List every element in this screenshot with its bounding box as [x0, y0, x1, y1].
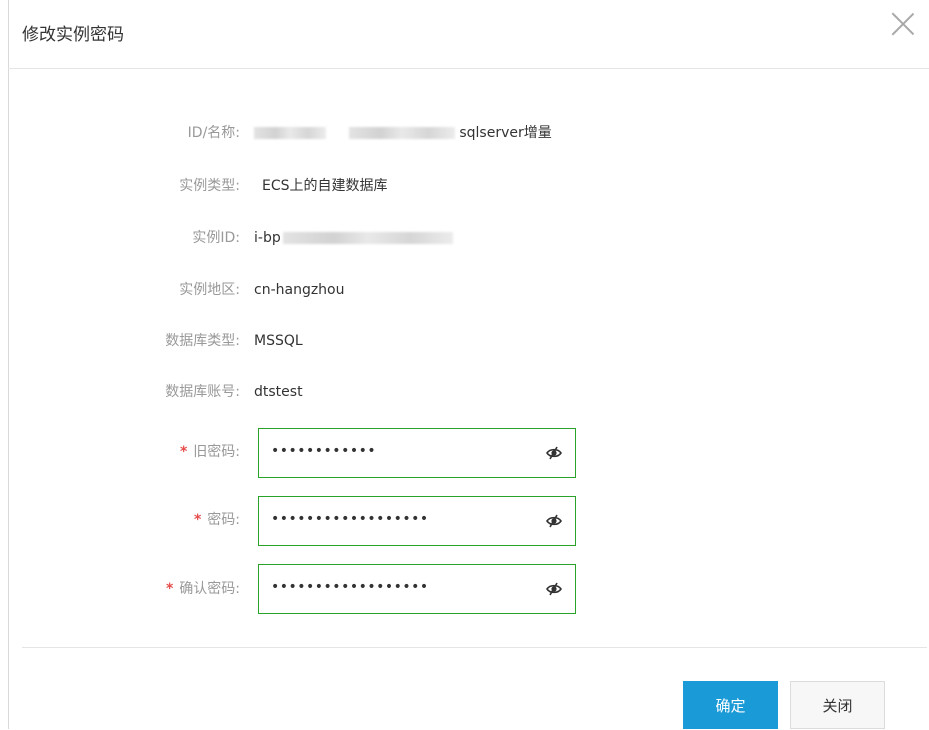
db-type-value: MSSQL	[254, 333, 303, 349]
old-password-label: * 旧密码:	[0, 441, 240, 463]
row-id-name: ID/名称:	[0, 122, 240, 144]
redacted-id	[254, 127, 326, 139]
dialog-left-border	[8, 0, 9, 729]
confirm-button[interactable]: 确定	[683, 681, 778, 729]
row-instance-id: 实例ID:	[0, 227, 240, 249]
row-instance-type: 实例类型:	[0, 175, 240, 197]
redacted-name	[348, 127, 455, 139]
dialog-title: 修改实例密码	[22, 25, 124, 45]
eye-hidden-icon[interactable]	[545, 444, 563, 462]
region-value: cn-hangzhou	[254, 282, 345, 298]
close-icon[interactable]	[891, 12, 915, 36]
footer-divider	[22, 647, 927, 648]
instance-type-label: 实例类型:	[179, 178, 240, 194]
db-account-value: dtstest	[254, 384, 303, 400]
new-password-label-text: 密码:	[207, 512, 240, 528]
old-password-field[interactable]: ••••••••••••	[258, 428, 576, 478]
row-new-password: * 密码:	[0, 509, 240, 531]
confirm-password-label-text: 确认密码:	[179, 581, 240, 597]
new-password-field[interactable]: ••••••••••••••••••	[258, 496, 576, 546]
row-confirm-password: * 确认密码:	[0, 578, 240, 600]
confirm-password-field[interactable]: ••••••••••••••••••	[258, 564, 576, 614]
old-password-value: ••••••••••••	[271, 443, 377, 459]
instance-id-label: 实例ID:	[192, 230, 240, 246]
dialog-header: 修改实例密码	[8, 0, 929, 69]
required-mark: *	[179, 444, 188, 460]
id-name-label: ID/名称:	[187, 125, 240, 141]
row-old-password: * 旧密码:	[0, 441, 240, 463]
redacted-instance-id	[282, 232, 453, 244]
instance-id-prefix: i-bp	[254, 230, 281, 246]
confirm-password-value: ••••••••••••••••••	[271, 579, 429, 595]
instance-type-value: ECS上的自建数据库	[262, 178, 388, 194]
row-db-account: 数据库账号:	[0, 381, 240, 403]
instance-id-value: i-bp	[254, 227, 453, 249]
id-name-suffix: sqlserver增量	[459, 125, 552, 141]
row-db-type: 数据库类型:	[0, 330, 240, 352]
confirm-password-label: * 确认密码:	[0, 578, 240, 600]
close-button[interactable]: 关闭	[790, 681, 885, 729]
region-label: 实例地区:	[179, 282, 240, 298]
eye-hidden-icon[interactable]	[545, 580, 563, 598]
old-password-label-text: 旧密码:	[193, 444, 240, 460]
required-mark: *	[165, 581, 174, 597]
db-account-label: 数据库账号:	[165, 384, 240, 400]
new-password-label: * 密码:	[0, 509, 240, 531]
id-name-value: sqlserver增量	[254, 122, 552, 144]
change-password-dialog: 修改实例密码 ID/名称: sqlserver增量 实例类型: ECS上的自建数…	[0, 0, 929, 729]
required-mark: *	[193, 512, 202, 528]
db-type-label: 数据库类型:	[165, 333, 240, 349]
eye-hidden-icon[interactable]	[545, 512, 563, 530]
new-password-value: ••••••••••••••••••	[271, 511, 429, 527]
row-region: 实例地区:	[0, 279, 240, 301]
